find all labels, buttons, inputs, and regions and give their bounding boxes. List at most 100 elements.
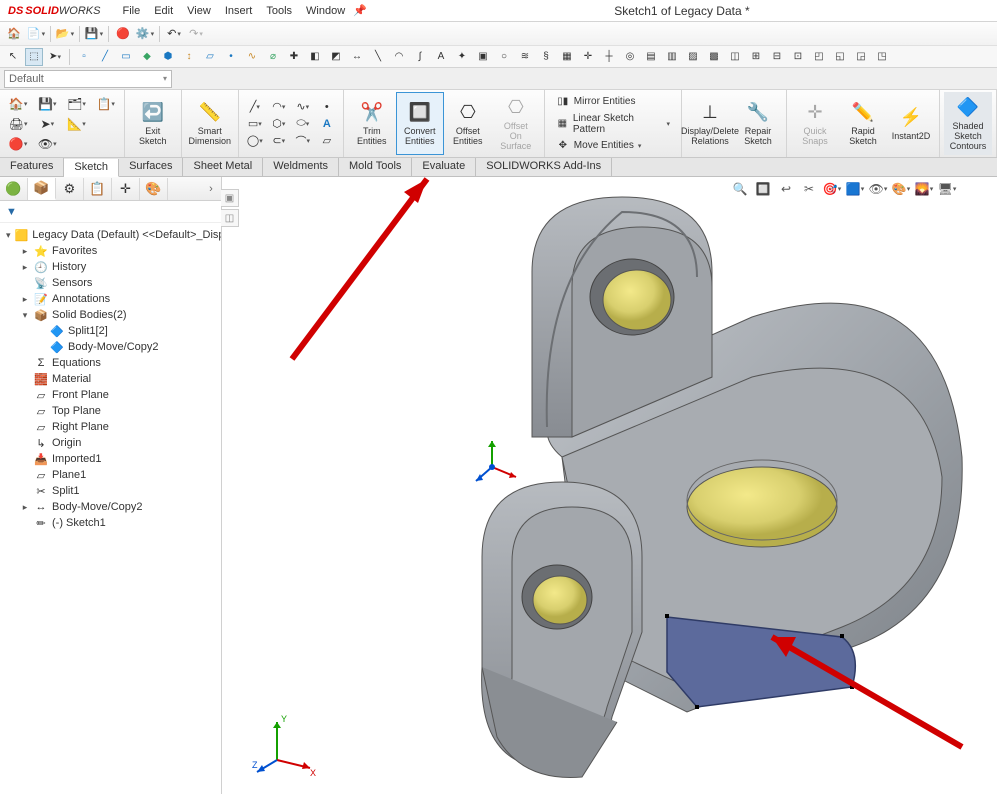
menu-file[interactable]: File: [122, 5, 140, 17]
tree-item[interactable]: ΣEquations: [2, 355, 221, 371]
filter-more1-icon[interactable]: ◎: [621, 48, 639, 66]
configuration-dropdown[interactable]: Default ▾: [4, 70, 172, 88]
filter-thread-icon[interactable]: ≋: [516, 48, 534, 66]
repair-sketch-button[interactable]: 🔧 Repair Sketch: [734, 92, 782, 155]
tree-item[interactable]: ▱Right Plane: [2, 419, 221, 435]
filter-more12-icon[interactable]: ◲: [852, 48, 870, 66]
tree-tab-feat-icon[interactable]: 🟢: [0, 178, 28, 200]
rect-tool-icon[interactable]: ▭: [245, 116, 265, 132]
ellipse-tool-icon[interactable]: ⬭: [293, 116, 313, 132]
tab-surfaces[interactable]: Surfaces: [119, 158, 183, 176]
tab-sketch[interactable]: Sketch: [64, 159, 119, 177]
filter-more4-icon[interactable]: ▨: [684, 48, 702, 66]
tree-tab-fm-icon[interactable]: 📦: [28, 178, 56, 200]
filter-centerline-icon[interactable]: ┼: [600, 48, 618, 66]
home-rib-icon[interactable]: 🏠: [4, 94, 32, 113]
filter-cosmetic-icon[interactable]: §: [537, 48, 555, 66]
filter-weld-icon[interactable]: ✦: [453, 48, 471, 66]
tree-item[interactable]: ✏(-) Sketch1: [2, 515, 221, 531]
shaded-contours-button[interactable]: 🔷 Shaded Sketch Contours: [944, 92, 992, 155]
filter-point-icon[interactable]: •: [222, 48, 240, 66]
tree-item[interactable]: ✂Split1: [2, 483, 221, 499]
circle-tool-icon[interactable]: ◯: [245, 133, 265, 149]
tree-item[interactable]: 🧱Material: [2, 371, 221, 387]
len-rib-icon[interactable]: 📐: [62, 114, 90, 133]
filter-curve-icon[interactable]: ∿: [243, 48, 261, 66]
caret-icon[interactable]: ▸: [20, 262, 30, 273]
slot-tool-icon[interactable]: ⊂: [269, 133, 289, 149]
offset-surface-button[interactable]: ⎔ Offset On Surface: [492, 92, 540, 155]
select-arrow-icon[interactable]: ↖: [4, 48, 22, 66]
undo-button[interactable]: ↶: [164, 24, 184, 44]
tree-item[interactable]: ▸⭐Favorites: [2, 243, 221, 259]
tree-item[interactable]: ▾📦Solid Bodies(2): [2, 307, 221, 323]
caret-icon[interactable]: ▸: [20, 502, 30, 513]
filter-misc2-icon[interactable]: ◧: [306, 48, 324, 66]
print-rib-icon[interactable]: 🖨: [4, 114, 32, 133]
tab-features[interactable]: Features: [0, 158, 64, 176]
plane-tool-icon[interactable]: ▱: [317, 133, 337, 149]
filter-vertex-icon[interactable]: ▫: [75, 48, 93, 66]
arrow-rib-icon[interactable]: ➤: [33, 114, 61, 133]
filter-more11-icon[interactable]: ◱: [831, 48, 849, 66]
tree-tab-dim-icon[interactable]: ✛: [112, 178, 140, 200]
tree-item[interactable]: ▱Plane1: [2, 467, 221, 483]
filter-plane-icon[interactable]: ▱: [201, 48, 219, 66]
filter-spline-icon[interactable]: ∫: [411, 48, 429, 66]
smart-dimension-button[interactable]: 📏 Smart Dimension: [186, 92, 234, 155]
filter-edge-icon[interactable]: ╱: [96, 48, 114, 66]
filter-sketch-icon[interactable]: ⌀: [264, 48, 282, 66]
instant2d-button[interactable]: ⚡ Instant2D: [887, 92, 935, 155]
caret-icon[interactable]: ▸: [20, 246, 30, 257]
caret-icon[interactable]: ▸: [20, 294, 30, 305]
filter-dim-icon[interactable]: ↔: [348, 48, 366, 66]
new-button[interactable]: 📄: [26, 24, 46, 44]
tree-item[interactable]: ↳Origin: [2, 435, 221, 451]
filter-more3-icon[interactable]: ▥: [663, 48, 681, 66]
rapid-sketch-button[interactable]: ✏️ Rapid Sketch: [839, 92, 887, 155]
polygon-tool-icon[interactable]: ⬡: [269, 116, 289, 132]
menu-tools[interactable]: Tools: [266, 5, 292, 17]
tab-mold-tools[interactable]: Mold Tools: [339, 158, 412, 176]
feature-tree[interactable]: ▾ 🟨 Legacy Data (Default) <<Default>_Dis…: [0, 223, 221, 794]
save-rib-icon[interactable]: 💾: [33, 94, 61, 113]
spline-tool-icon[interactable]: ∿: [293, 99, 313, 115]
tree-item[interactable]: 🔷Body-Move/Copy2: [2, 339, 221, 355]
home-icon[interactable]: 🏠: [4, 24, 24, 44]
filter-more2-icon[interactable]: ▤: [642, 48, 660, 66]
filter-datum-icon[interactable]: ▣: [474, 48, 492, 66]
filter-centermark-icon[interactable]: ✛: [579, 48, 597, 66]
filter-more5-icon[interactable]: ▩: [705, 48, 723, 66]
tree-item[interactable]: ▸📝Annotations: [2, 291, 221, 307]
point-tool-icon[interactable]: •: [317, 99, 337, 115]
select-filter-icon[interactable]: ⬚: [25, 48, 43, 66]
tree-filter-row[interactable]: ▼: [0, 201, 221, 223]
tab-sheet-metal[interactable]: Sheet Metal: [183, 158, 263, 176]
filter-more8-icon[interactable]: ⊟: [768, 48, 786, 66]
filter-more13-icon[interactable]: ◳: [873, 48, 891, 66]
menu-insert[interactable]: Insert: [225, 5, 253, 17]
move-entities-button[interactable]: ✥Move Entities: [553, 138, 673, 154]
filter-more6-icon[interactable]: ◫: [726, 48, 744, 66]
tree-tab-appear-icon[interactable]: 🎨: [140, 178, 168, 200]
offset-entities-button[interactable]: ⎔ Offset Entities: [444, 92, 492, 155]
tree-tab-prop-icon[interactable]: 📋: [84, 178, 112, 200]
display-relations-button[interactable]: ⊥ Display/Delete Relations: [686, 92, 734, 155]
filter-note-icon[interactable]: A: [432, 48, 450, 66]
tab-weldments[interactable]: Weldments: [263, 158, 339, 176]
save-button[interactable]: 💾: [84, 24, 104, 44]
cursor-dropdown[interactable]: ➤: [46, 48, 64, 66]
filter-misc3-icon[interactable]: ◩: [327, 48, 345, 66]
fillet-tool-icon[interactable]: ⌒: [293, 133, 313, 149]
linear-pattern-button[interactable]: ▦Linear Sketch Pattern: [553, 112, 673, 136]
sheet-rib-icon[interactable]: 📋: [92, 94, 120, 113]
exit-sketch-button[interactable]: ↩️ Exit Sketch: [129, 92, 177, 155]
rebuild-rib-icon[interactable]: 🔴: [4, 134, 32, 153]
tree-item[interactable]: 🔷Split1[2]: [2, 323, 221, 339]
menu-view[interactable]: View: [187, 5, 211, 17]
quick-snaps-button[interactable]: ✛ Quick Snaps: [791, 92, 839, 155]
graphics-canvas[interactable]: 🔍 🔲 ↩ ✂ 🎯 🟦 👁 🎨 🌄 🖥 ▣ ◫: [222, 177, 997, 794]
tree-item[interactable]: ▱Top Plane: [2, 403, 221, 419]
hide-rib-icon[interactable]: 👁: [33, 134, 61, 153]
tab-evaluate[interactable]: Evaluate: [412, 158, 476, 176]
